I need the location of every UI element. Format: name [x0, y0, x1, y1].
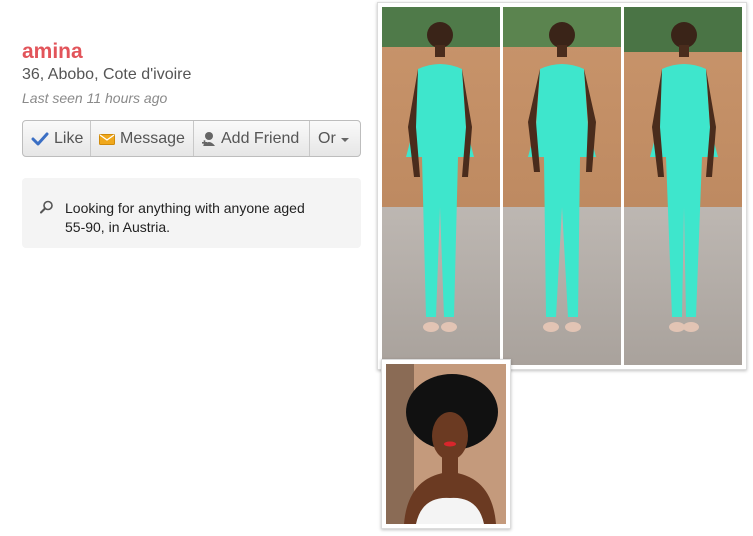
last-seen-text: Last seen 11 hours ago: [22, 90, 168, 106]
add-person-icon: [202, 131, 216, 147]
or-label: Or: [318, 129, 336, 147]
action-button-group: Like Message Add Friend Or: [22, 120, 361, 157]
like-button[interactable]: Like: [23, 121, 91, 156]
checkmark-icon: [31, 132, 49, 146]
profile-name: amina: [22, 40, 83, 63]
profile-photo-thumbnail[interactable]: [381, 359, 511, 529]
profile-location: 36, Abobo, Cote d'ivoire: [22, 66, 192, 83]
add-friend-label: Add Friend: [221, 129, 300, 147]
envelope-icon: [99, 133, 115, 145]
message-label: Message: [120, 129, 185, 147]
caret-down-icon: [340, 137, 349, 142]
profile-photo-main[interactable]: [377, 2, 747, 370]
like-label: Like: [54, 129, 84, 147]
add-friend-button[interactable]: Add Friend: [194, 121, 310, 156]
portrait-photo: [386, 364, 506, 524]
looking-for-box: Looking for anything with anyone aged 55…: [22, 178, 361, 248]
photo-collage: [382, 7, 742, 365]
message-button[interactable]: Message: [91, 121, 194, 156]
search-icon: [40, 200, 54, 219]
or-dropdown-button[interactable]: Or: [310, 121, 360, 156]
looking-for-text: Looking for anything with anyone aged 55…: [65, 200, 305, 235]
